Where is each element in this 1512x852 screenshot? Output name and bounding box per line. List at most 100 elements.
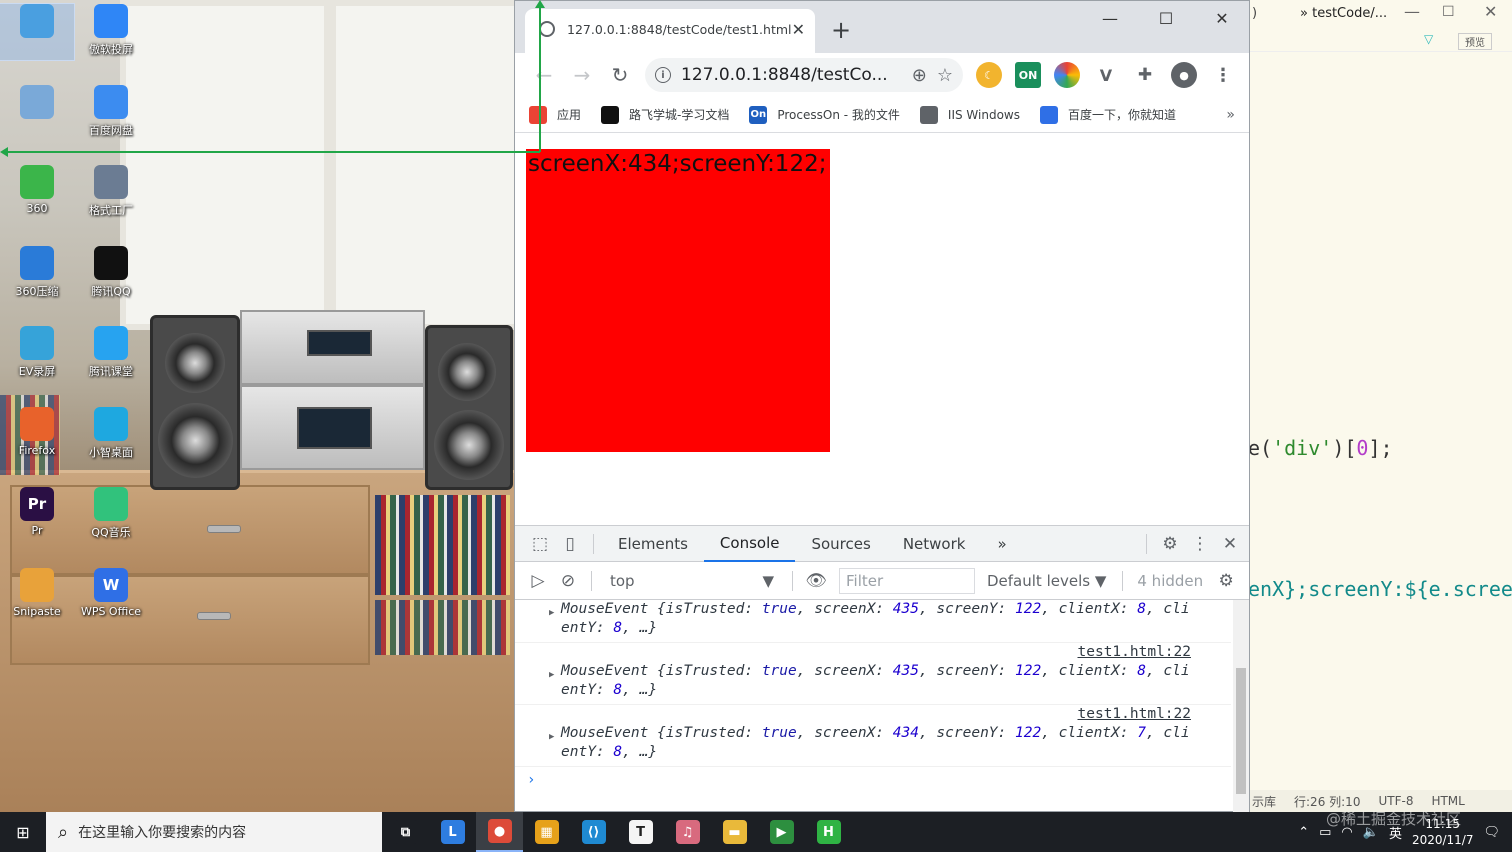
wallpaper-stereo: [240, 310, 425, 385]
tab-sources[interactable]: Sources: [795, 526, 886, 562]
taskbar-app[interactable]: T: [617, 812, 664, 852]
close-devtools-icon[interactable]: ✕: [1215, 526, 1245, 562]
maximize-icon[interactable]: ☐: [1442, 4, 1455, 20]
minimize-icon[interactable]: —: [1404, 2, 1420, 21]
filter-input[interactable]: Filter: [839, 567, 975, 594]
desktop-shortcut[interactable]: Snipaste: [0, 567, 74, 624]
log-source-link[interactable]: test1.html:22: [561, 643, 1231, 662]
scrollbar-thumb[interactable]: [1236, 668, 1246, 794]
settings-gear-icon[interactable]: ⚙: [1155, 526, 1185, 562]
taskbar-app[interactable]: ▦: [523, 812, 570, 852]
bookmark-item[interactable]: On ProcessOn - 我的文件: [749, 105, 900, 124]
tray-chevron-up-icon[interactable]: ⌃: [1298, 825, 1309, 840]
menu-kebab-icon[interactable]: ⋮: [1210, 62, 1236, 88]
live-expression-eye-icon[interactable]: 👁: [801, 563, 831, 599]
console-log-entry[interactable]: ▶ MouseEvent {isTrusted: true, screenX: 4…: [515, 600, 1231, 643]
desktop-shortcut[interactable]: W WPS Office: [74, 567, 148, 624]
desktop-shortcut[interactable]: 傲软投屏: [74, 4, 148, 60]
extensions-puzzle-icon[interactable]: ✚: [1132, 62, 1158, 88]
desktop-shortcut[interactable]: EV录屏: [0, 326, 74, 382]
vue-devtools-icon[interactable]: V: [1093, 62, 1119, 88]
site-info-icon[interactable]: i: [655, 67, 671, 83]
start-button[interactable]: ⊞: [0, 812, 46, 852]
close-window-icon[interactable]: ✕: [1207, 9, 1237, 28]
tab-console[interactable]: Console: [703, 526, 796, 562]
taskbar-search-box[interactable]: ⌕ 在这里输入你要搜索的内容: [46, 812, 382, 852]
bookmark-item[interactable]: IIS Windows: [919, 105, 1020, 124]
taskbar-app[interactable]: ⧉: [382, 812, 429, 852]
bookmarks-overflow-icon[interactable]: »: [1226, 107, 1235, 123]
console-log-entry[interactable]: test1.html:22 ▶ MouseEvent {isTrusted: tru…: [515, 643, 1231, 705]
expand-triangle-icon[interactable]: ▶: [549, 732, 554, 742]
desktop-shortcut[interactable]: 格式工厂: [74, 165, 148, 221]
zoom-icon[interactable]: ⊕: [912, 65, 927, 86]
desktop-shortcut[interactable]: 360: [0, 165, 74, 221]
desktop-shortcut[interactable]: 360压缩: [0, 245, 74, 302]
address-bar[interactable]: i 127.0.0.1:8848/testCo... ⊕ ☆: [645, 58, 963, 92]
minimize-icon[interactable]: —: [1095, 9, 1125, 28]
preview-button[interactable]: 预览: [1458, 33, 1492, 50]
browser-tab[interactable]: 127.0.0.1:8848/testCode/test1.html ✕: [525, 9, 815, 53]
status-repo[interactable]: 示库: [1252, 793, 1276, 810]
desktop-shortcut[interactable]: Firefox: [0, 406, 74, 463]
reload-icon[interactable]: ↻: [601, 59, 639, 91]
desktop-shortcut[interactable]: [0, 3, 75, 61]
url-text[interactable]: 127.0.0.1:8848/testCo...: [681, 65, 902, 85]
log-source-link[interactable]: test1.html:22: [561, 705, 1231, 724]
taskbar-app[interactable]: ⟨⟩: [570, 812, 617, 852]
maximize-icon[interactable]: ☐: [1151, 9, 1181, 28]
taskbar-app[interactable]: ♫: [664, 812, 711, 852]
tab-elements[interactable]: Elements: [602, 526, 704, 562]
desktop-shortcut[interactable]: 腾讯QQ: [74, 245, 148, 302]
log-levels-dropdown[interactable]: Default levels ▼: [987, 572, 1106, 590]
profile-avatar[interactable]: ●: [1171, 62, 1197, 88]
desktop-shortcut[interactable]: 腾讯课堂: [74, 326, 148, 382]
clear-console-icon[interactable]: ⊘: [553, 563, 583, 599]
on-extension-icon[interactable]: ON: [1015, 62, 1041, 88]
notifications-icon[interactable]: 🗨: [1483, 825, 1500, 840]
console-output[interactable]: ▶ MouseEvent {isTrusted: true, screenX: 4…: [515, 600, 1231, 812]
sidebar-toggle-icon[interactable]: ▷: [523, 563, 553, 599]
filter-icon[interactable]: ▽: [1424, 32, 1433, 46]
desktop-shortcut[interactable]: QQ音乐: [74, 487, 148, 543]
color-picker-extension-icon[interactable]: [1054, 62, 1080, 88]
desktop-shortcut[interactable]: Pr Pr: [0, 487, 74, 543]
tab-close-icon[interactable]: ✕: [792, 20, 805, 39]
editor-code-line[interactable]: e('div')[0];: [1248, 436, 1393, 460]
bookmark-star-icon[interactable]: ☆: [937, 65, 953, 86]
bookmark-item[interactable]: 百度一下，你就知道: [1039, 105, 1176, 124]
context-selector[interactable]: top ▼: [600, 572, 784, 590]
close-icon[interactable]: ✕: [1484, 2, 1497, 21]
console-prompt[interactable]: ›: [515, 767, 1231, 793]
expand-triangle-icon[interactable]: ▶: [549, 670, 554, 680]
moon-extension-icon[interactable]: ☾: [976, 62, 1002, 88]
console-scrollbar[interactable]: [1233, 600, 1249, 812]
console-settings-gear-icon[interactable]: ⚙: [1211, 563, 1241, 599]
inspect-element-icon[interactable]: ⬚: [525, 526, 555, 562]
console-log-entry[interactable]: test1.html:22 ▶ MouseEvent {isTrusted: tru…: [515, 705, 1231, 767]
more-tabs-icon[interactable]: »: [981, 526, 1022, 562]
taskbar-app[interactable]: ●: [476, 812, 523, 852]
status-encoding[interactable]: UTF-8: [1378, 794, 1413, 808]
status-language[interactable]: HTML: [1431, 794, 1464, 808]
red-div[interactable]: screenX:434;screenY:122;: [526, 149, 830, 452]
editor-code-line[interactable]: enX};screenY:${e.scree: [1248, 577, 1512, 601]
bookmark-item[interactable]: 应用: [529, 105, 581, 124]
desktop-shortcut[interactable]: 小智桌面: [74, 406, 148, 463]
new-tab-button[interactable]: +: [831, 18, 851, 42]
forward-icon[interactable]: →: [563, 59, 601, 91]
taskbar-app[interactable]: L: [429, 812, 476, 852]
tab-network[interactable]: Network: [887, 526, 982, 562]
editor-tab[interactable]: » testCode/...: [1300, 6, 1387, 21]
taskbar-app[interactable]: ▶: [758, 812, 805, 852]
expand-triangle-icon[interactable]: ▶: [549, 608, 554, 618]
wallpaper-books: [375, 600, 510, 655]
taskbar-app[interactable]: ▬: [711, 812, 758, 852]
bookmark-item[interactable]: 路飞学城-学习文档: [601, 105, 729, 124]
back-icon[interactable]: ←: [525, 59, 563, 91]
desktop-shortcut[interactable]: [0, 84, 74, 141]
device-toolbar-icon[interactable]: ▯: [555, 526, 585, 562]
devtools-menu-icon[interactable]: ⋮: [1185, 526, 1215, 562]
desktop-shortcut[interactable]: 百度网盘: [74, 84, 148, 141]
taskbar-app[interactable]: H: [805, 812, 852, 852]
